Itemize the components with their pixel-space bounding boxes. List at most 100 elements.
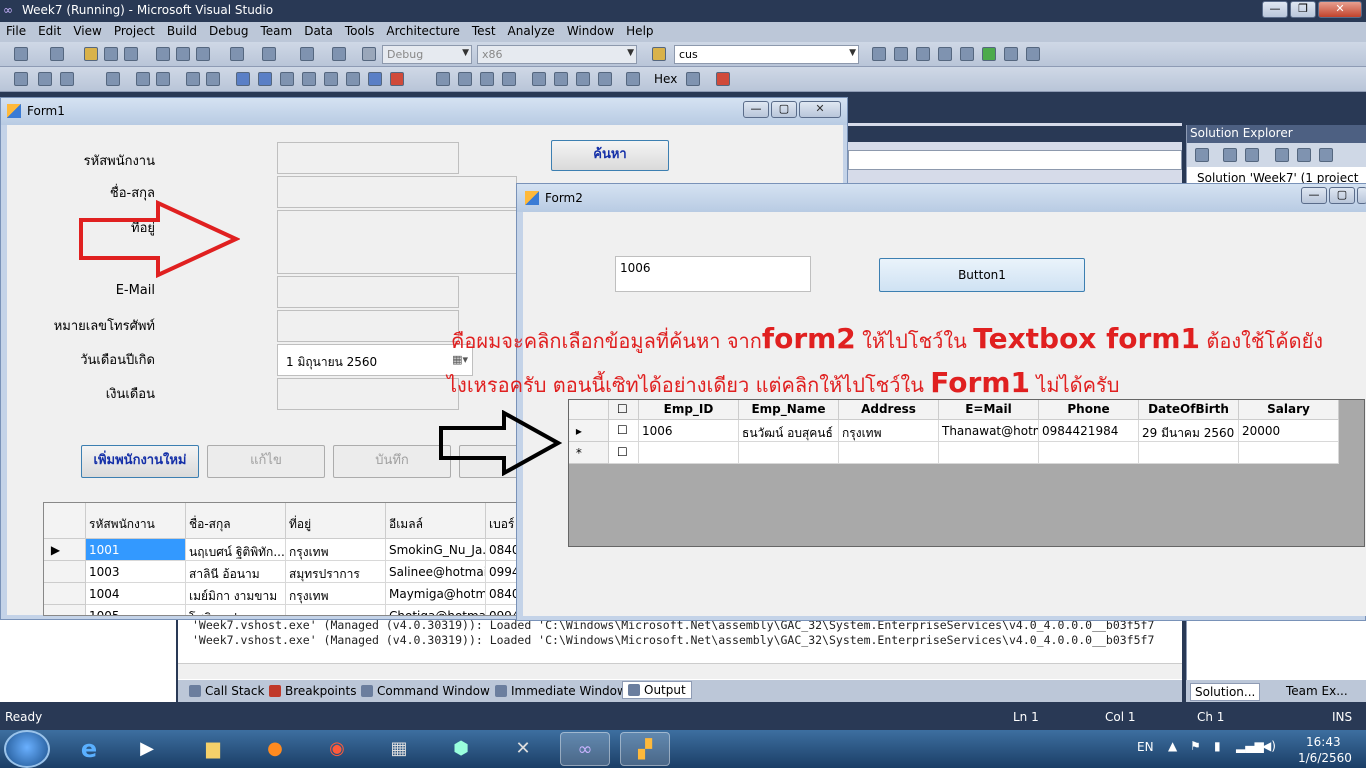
quickwatch-icon[interactable]: [626, 72, 640, 86]
grid-cell[interactable]: กรุงเทพ: [286, 583, 386, 605]
restore-icon[interactable]: ❐: [1290, 1, 1316, 18]
layout-icon[interactable]: [14, 72, 28, 86]
grid-cell[interactable]: เมย์มิกา งามขาม: [186, 583, 286, 605]
grid-column-header[interactable]: รหัสพนักงาน: [86, 503, 186, 539]
tab-team-explorer[interactable]: Team Ex...: [1282, 683, 1352, 699]
navigate-forward-icon[interactable]: [332, 47, 346, 61]
media-player-icon[interactable]: ▶: [122, 732, 172, 766]
grid-cell[interactable]: กรุงเทพ: [839, 420, 939, 442]
edit-button[interactable]: แก้ไข: [207, 445, 325, 478]
solution-platform-combo[interactable]: x86 ▼: [477, 45, 637, 64]
row-checkbox[interactable]: ☐: [609, 442, 639, 464]
internet-explorer-icon[interactable]: e: [64, 732, 114, 766]
menu-window[interactable]: Window: [561, 22, 620, 38]
indent-icon[interactable]: [106, 72, 120, 86]
grid-column-header[interactable]: อีเมลล์: [386, 503, 486, 539]
network-icon[interactable]: ▂▄▆: [1236, 739, 1264, 753]
grid-cell[interactable]: สาลินี อ้อนาม: [186, 561, 286, 583]
row-header[interactable]: [44, 605, 86, 615]
output-horizontal-scrollbar[interactable]: [178, 663, 1182, 679]
visual-studio-taskbar-icon[interactable]: ∞: [560, 732, 610, 766]
search-button[interactable]: ค้นหา: [551, 140, 669, 171]
form1-employee-grid[interactable]: รหัสพนักงาน ชื่อ-สกุล ที่อยู่ อีเมลล์ เบ…: [43, 502, 523, 616]
grid-cell[interactable]: นฤเบศน์ ฐิติพิทัก...: [186, 539, 286, 561]
tab-immediate-window[interactable]: Immediate Window: [490, 683, 632, 699]
member-combo[interactable]: [848, 150, 1182, 170]
grid-cell[interactable]: 29 มีนาคม 2560: [1139, 420, 1239, 442]
grid-cell[interactable]: 1006: [639, 420, 739, 442]
minimize-icon[interactable]: —: [1301, 187, 1327, 204]
step-into-icon[interactable]: [554, 72, 568, 86]
grid-column-header[interactable]: Address: [839, 400, 939, 420]
show-all-files-icon[interactable]: [1223, 148, 1237, 162]
comment-icon[interactable]: [136, 72, 150, 86]
row-selector-icon[interactable]: ▶: [44, 539, 86, 561]
menu-architecture[interactable]: Architecture: [380, 22, 465, 38]
close-icon[interactable]: [1357, 187, 1366, 204]
find-combo[interactable]: cus ▼: [674, 45, 859, 64]
maximize-icon[interactable]: ▢: [1329, 187, 1355, 204]
align-icon[interactable]: [38, 72, 52, 86]
grid-cell[interactable]: [1139, 442, 1239, 464]
continue-icon[interactable]: [436, 72, 450, 86]
grid-cell[interactable]: Thanawat@hotm...: [939, 420, 1039, 442]
extension-manager-icon[interactable]: [982, 47, 996, 61]
tab-command-window[interactable]: Command Window: [356, 683, 495, 699]
battery-icon[interactable]: ▮: [1214, 739, 1221, 753]
hex-toggle[interactable]: Hex: [654, 72, 677, 86]
nox-icon[interactable]: ⬢: [436, 732, 486, 766]
row-header[interactable]: [44, 561, 86, 583]
navigate-back-icon[interactable]: [300, 47, 314, 61]
close-icon[interactable]: ✕: [1318, 1, 1362, 18]
grid-cell[interactable]: 1001: [86, 539, 186, 561]
grid-cell[interactable]: 1005: [86, 605, 186, 615]
action-center-icon[interactable]: ⚑: [1190, 739, 1201, 753]
grid-cell[interactable]: สมุทรปราการ: [286, 561, 386, 583]
grid-cell[interactable]: Chotiga@hotmail...: [386, 605, 486, 615]
copy-icon[interactable]: [176, 47, 190, 61]
email-input[interactable]: [277, 276, 459, 308]
command-window-icon[interactable]: [1026, 47, 1040, 61]
grid-column-header[interactable]: DateOfBirth: [1139, 400, 1239, 420]
tray-expand-icon[interactable]: ▲: [1168, 739, 1177, 753]
emp-id-input[interactable]: [277, 142, 459, 174]
grid-column-header[interactable]: Salary: [1239, 400, 1339, 420]
tab-output[interactable]: Output: [622, 681, 692, 699]
grid-cell[interactable]: โชติกา ปามยาว: [186, 605, 286, 615]
calculator-icon[interactable]: ▦: [374, 732, 424, 766]
grid-cell[interactable]: กรุงเทพ: [286, 605, 386, 615]
form2-result-grid[interactable]: ☐ Emp_ID Emp_Name Address E=Mail Phone D…: [568, 399, 1365, 547]
grid-cell[interactable]: [1039, 442, 1139, 464]
language-indicator[interactable]: EN: [1137, 740, 1154, 754]
pause-icon[interactable]: [458, 72, 472, 86]
grid-cell[interactable]: [939, 442, 1039, 464]
grid-column-header[interactable]: Phone: [1039, 400, 1139, 420]
stop-icon[interactable]: [480, 72, 494, 86]
class-diagram-icon[interactable]: [1319, 148, 1333, 162]
add-employee-button[interactable]: เพิ่มพนักงานใหม่: [81, 445, 199, 478]
form2-search-input[interactable]: 1006: [615, 256, 811, 292]
minimize-icon[interactable]: —: [1262, 1, 1288, 18]
grid-column-header[interactable]: E=Mail: [939, 400, 1039, 420]
grid-cell[interactable]: [739, 442, 839, 464]
show-next-statement-icon[interactable]: [532, 72, 546, 86]
save-button[interactable]: บันทึก: [333, 445, 451, 478]
maximize-icon[interactable]: ▢: [771, 101, 797, 118]
grid-cell[interactable]: [839, 442, 939, 464]
menu-edit[interactable]: Edit: [32, 22, 67, 38]
tab-breakpoints[interactable]: Breakpoints: [264, 683, 361, 699]
step-over-icon[interactable]: [576, 72, 590, 86]
view-designer-icon[interactable]: [1297, 148, 1311, 162]
phone-input[interactable]: [277, 310, 459, 342]
grid-cell[interactable]: 20000: [1239, 420, 1339, 442]
save-icon[interactable]: [104, 47, 118, 61]
refresh-icon[interactable]: [1245, 148, 1259, 162]
properties-icon[interactable]: [894, 47, 908, 61]
salary-input[interactable]: [277, 378, 459, 410]
add-item-icon[interactable]: [50, 47, 64, 61]
grid-cell[interactable]: 0984421984: [1039, 420, 1139, 442]
grid-cell[interactable]: Salinee@hotmail....: [386, 561, 486, 583]
solution-config-combo[interactable]: Debug ▼: [382, 45, 472, 64]
grid-column-header[interactable]: ที่อยู่: [286, 503, 386, 539]
size-icon[interactable]: [60, 72, 74, 86]
